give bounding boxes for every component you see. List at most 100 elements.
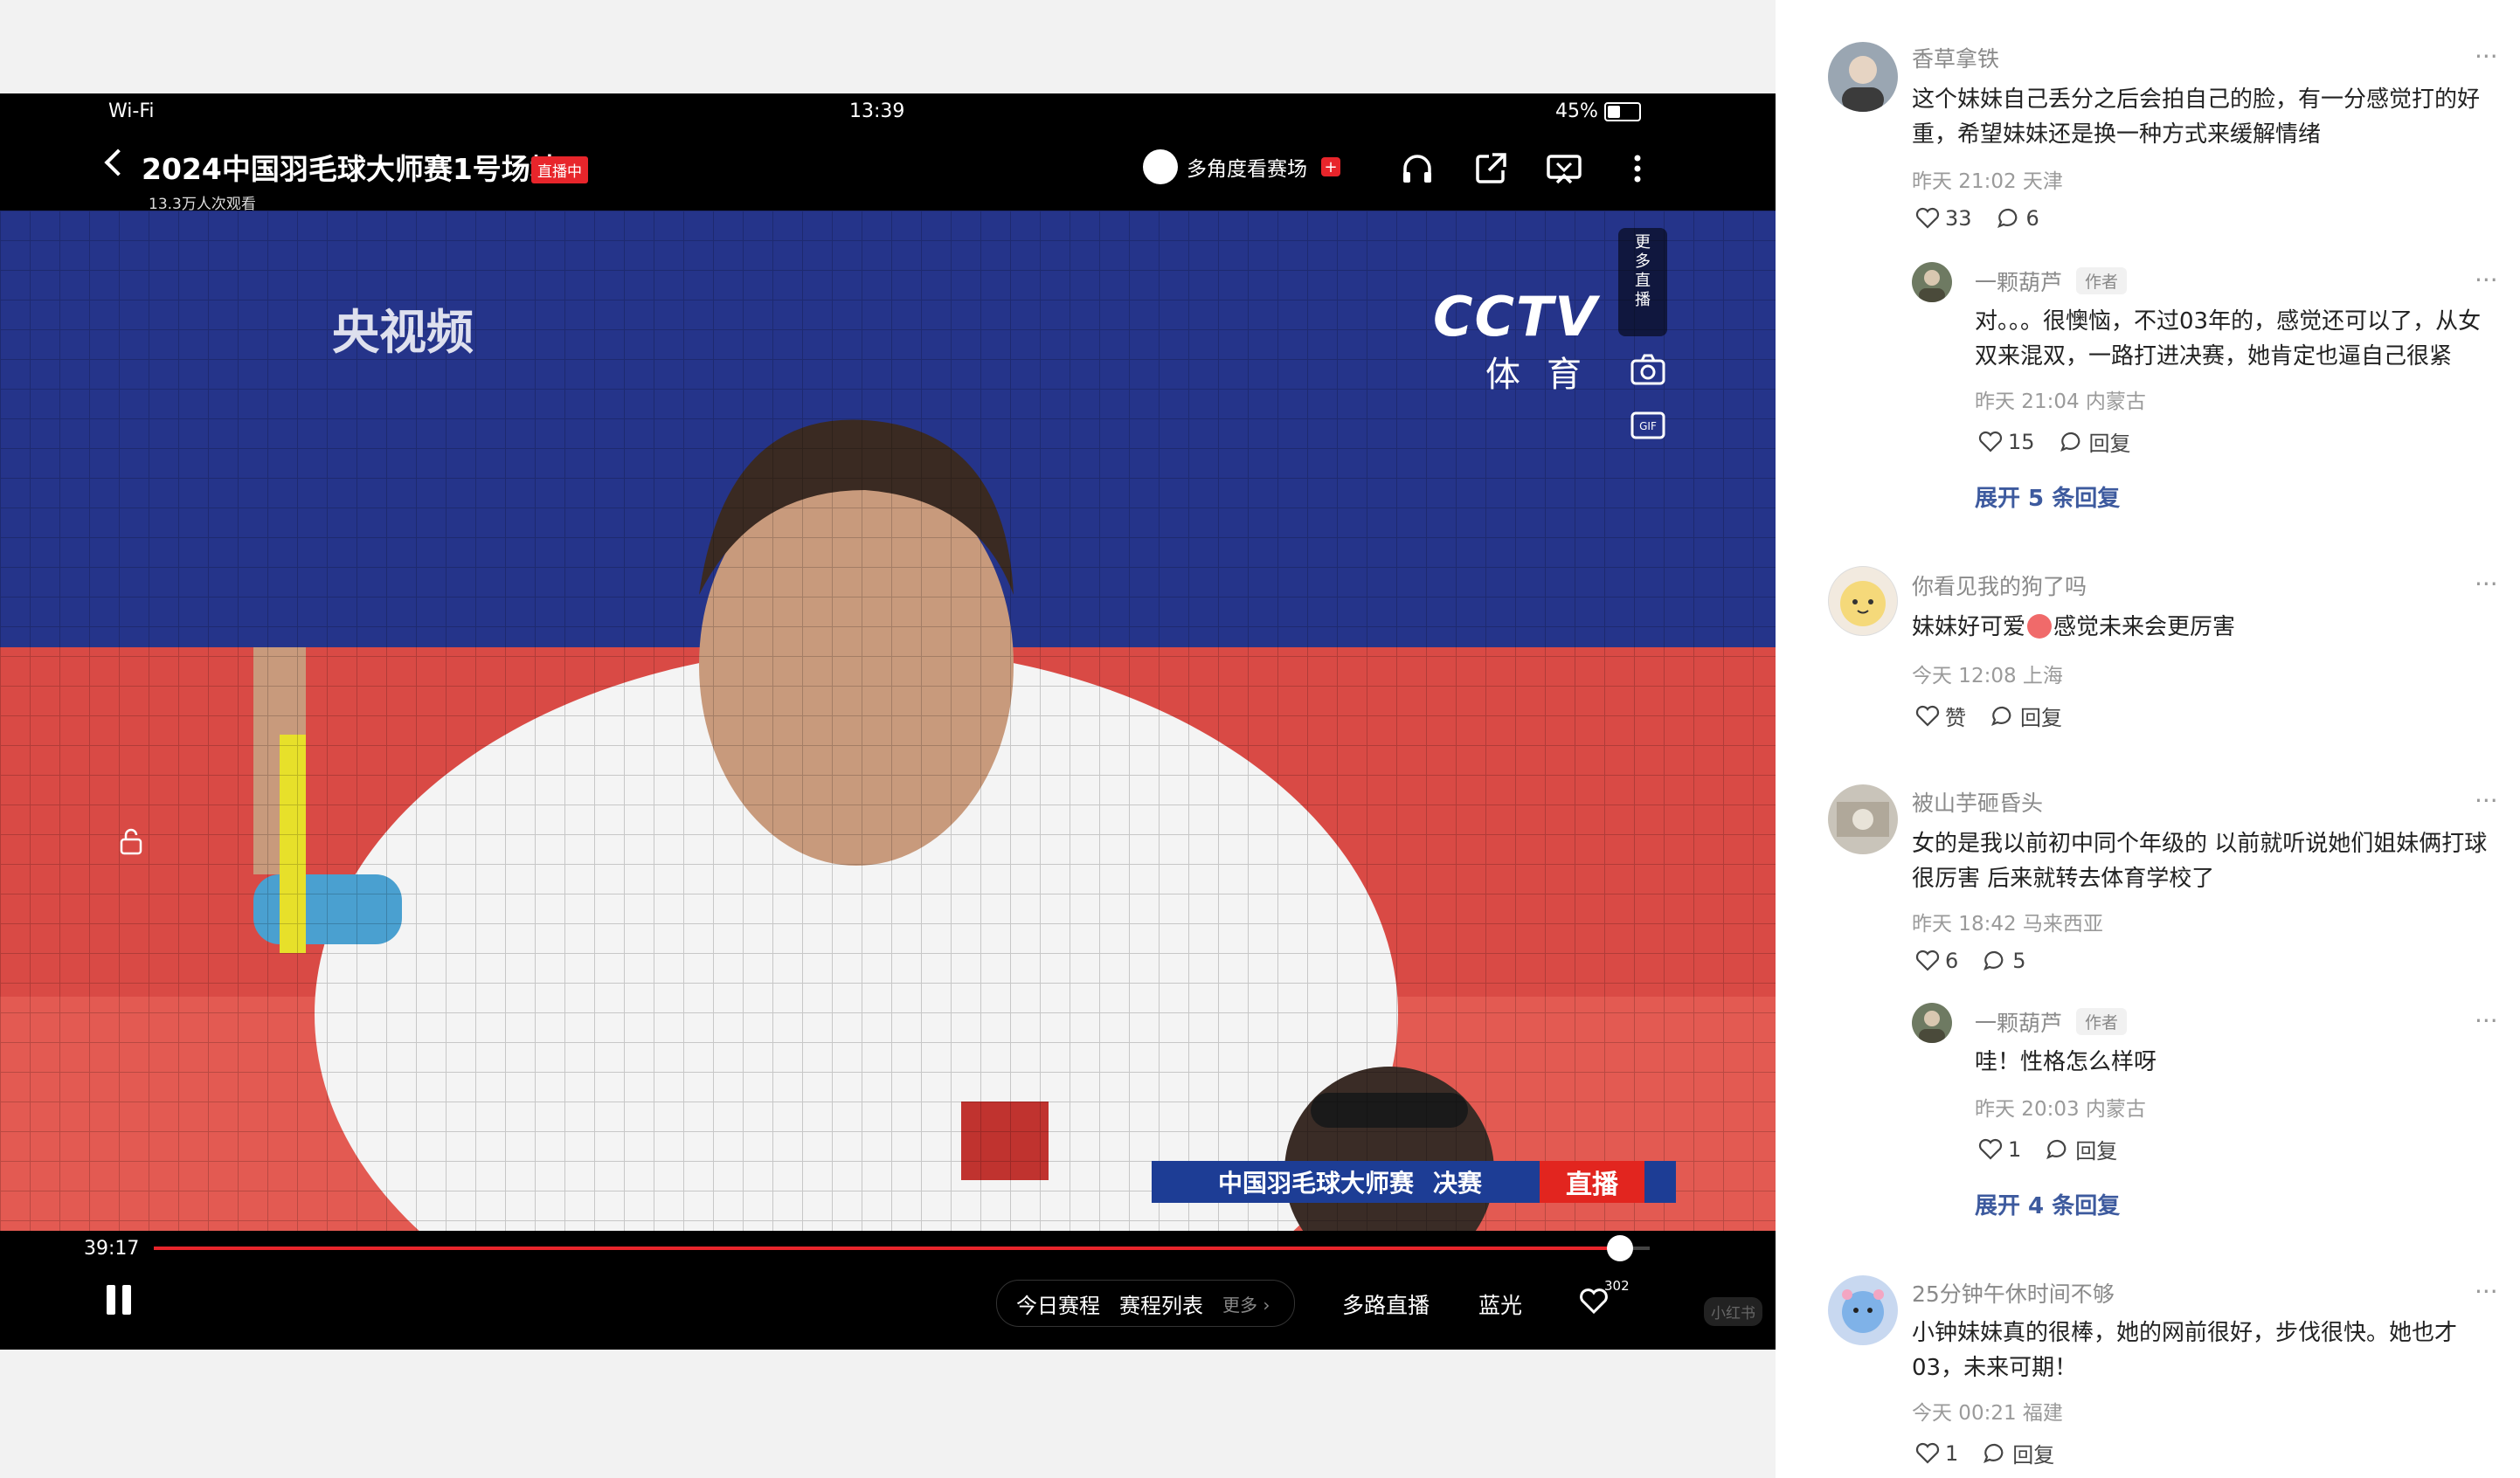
reply-label: 回复	[2012, 1443, 2055, 1468]
comment-actions: 6 5	[1915, 949, 2051, 973]
avatar[interactable]	[1828, 1275, 1898, 1345]
screen-lock-icon[interactable]	[117, 827, 145, 855]
reply-button[interactable]: 回复	[1983, 1438, 2054, 1468]
comment-icon	[1983, 1443, 2004, 1463]
commenter-name[interactable]: 一颗葫芦	[1975, 266, 2062, 297]
comment-icon	[2060, 432, 2080, 452]
commenter-name[interactable]: 你看见我的狗了吗	[1912, 570, 2087, 601]
comment-actions: 1 回复	[1915, 1438, 2079, 1468]
blush-emoji-icon	[2027, 614, 2053, 639]
like-button[interactable]: 6	[1915, 949, 1958, 973]
avatar[interactable]	[1828, 784, 1898, 854]
headphones-icon[interactable]	[1398, 149, 1437, 188]
reply-button[interactable]: 回复	[2060, 426, 2131, 457]
more-icon[interactable]: ···	[2475, 570, 2498, 598]
like-button[interactable]: 15	[1978, 430, 2035, 454]
like-button[interactable]: 1	[1915, 1441, 1958, 1466]
commenter-name[interactable]: 被山芋砸昏头	[1912, 786, 2043, 818]
elapsed-time: 39:17	[84, 1238, 140, 1260]
plus-icon: +	[1321, 157, 1340, 176]
comment-meta: 昨天 21:04 内蒙古	[1975, 390, 2146, 413]
comment-icon	[1997, 208, 2017, 228]
heart-icon	[1978, 431, 2003, 452]
more-icon[interactable]: ···	[2475, 1277, 2498, 1306]
more-icon[interactable]: ···	[2475, 42, 2498, 71]
progress-bar[interactable]	[154, 1235, 1650, 1261]
more-options-icon[interactable]	[1618, 149, 1657, 188]
progress-knob[interactable]	[1606, 1235, 1633, 1261]
svg-text:GIF: GIF	[1639, 420, 1657, 432]
comment-text-part: 感觉未来会更厉害	[2053, 614, 2236, 640]
author-badge: 作者	[2076, 267, 2128, 294]
reply-button[interactable]: 6	[1997, 206, 2039, 231]
heart-icon	[1915, 950, 1940, 971]
comment-actions: 33 6	[1915, 206, 2064, 231]
more-icon[interactable]: ···	[2475, 1006, 2498, 1035]
ticker-live: 直播	[1540, 1161, 1644, 1203]
cast-icon[interactable]	[1545, 149, 1583, 188]
sport-channel-logo: 体育	[1485, 355, 1608, 395]
more-live-char: 播	[1635, 291, 1651, 309]
reply-button[interactable]: 回复	[1990, 701, 2062, 731]
status-bar: Wi-Fi 13:39 45%	[0, 93, 1776, 128]
avatar[interactable]	[1912, 262, 1952, 302]
wifi-label: Wi-Fi	[108, 100, 155, 122]
avatar[interactable]	[1828, 566, 1898, 636]
like-count: 1	[2008, 1136, 2022, 1162]
ticker-event: 中国羽毛球大师赛	[1218, 1169, 1415, 1198]
player-controls: 39:17 今日赛程 赛程列表 更多 › 多路直播 蓝光 302 小红书	[0, 1231, 1776, 1350]
more-live-button[interactable]: 更 多 直 播	[1618, 228, 1667, 336]
schedule-list-button[interactable]: 赛程列表	[1119, 1288, 1203, 1319]
camera-icon[interactable]	[1629, 350, 1667, 389]
corner-watermark: 小红书	[1704, 1297, 1762, 1326]
reply-label: 回复	[2075, 1139, 2118, 1164]
comment-icon	[2046, 1139, 2067, 1159]
author-badge: 作者	[2076, 1008, 2128, 1035]
quality-button[interactable]: 蓝光	[1478, 1288, 1522, 1320]
more-schedule-button[interactable]: 更多 ›	[1222, 1291, 1270, 1316]
today-schedule-button[interactable]: 今日赛程	[1016, 1288, 1100, 1319]
comment-meta: 昨天 20:03 内蒙古	[1975, 1098, 2146, 1121]
reply-button[interactable]: 回复	[2046, 1134, 2117, 1164]
reply-button[interactable]: 5	[1983, 949, 2026, 973]
expand-replies-button[interactable]: 展开 5 条回复	[1975, 480, 2120, 513]
clock: 13:39	[849, 100, 905, 122]
like-button[interactable]: 33	[1915, 206, 1972, 231]
video-player[interactable]: Wi-Fi 13:39 45% 2024中国羽毛球大师赛1号场地 直播中 13.…	[0, 93, 1776, 1350]
commenter-name[interactable]: 一颗葫芦	[1975, 1006, 2062, 1038]
commenter-name[interactable]: 香草拿铁	[1912, 42, 1999, 73]
yangshipin-watermark: 央视频	[332, 305, 474, 360]
avatar[interactable]	[1828, 42, 1898, 112]
reply-count: 6	[2025, 206, 2039, 231]
like-button[interactable]: 1	[1978, 1137, 2021, 1162]
multi-live-button[interactable]: 多路直播	[1342, 1288, 1430, 1320]
progress-fill	[154, 1247, 1620, 1250]
more-label: 更多	[1222, 1294, 1257, 1316]
share-icon[interactable]	[1471, 149, 1510, 188]
battery-percent: 45%	[1555, 100, 1598, 122]
reply-label: 回复	[2020, 706, 2062, 730]
comment-meta: 今天 12:08 上海	[1912, 665, 2063, 687]
battery-icon	[1604, 102, 1641, 121]
avatar[interactable]	[1912, 1003, 1952, 1043]
more-icon[interactable]: ···	[2475, 266, 2498, 294]
expand-replies-button[interactable]: 展开 4 条回复	[1975, 1188, 2120, 1220]
score-ticker: 中国羽毛球大师赛 决赛 直播	[1152, 1161, 1676, 1203]
comment-actions: 15 回复	[1978, 426, 2156, 457]
comment-text: 对。。。很懊恼，不过03年的，感觉还可以了，从女双来混双，一路打进决赛，她肯定也…	[1975, 308, 2482, 370]
multi-angle-button[interactable]: 多角度看赛场 +	[1143, 148, 1340, 186]
comment-actions: 赞 回复	[1915, 701, 2087, 731]
comment-text-part: 妹妹好可爱	[1912, 614, 2026, 640]
pause-button[interactable]	[105, 1285, 133, 1315]
back-icon[interactable]	[104, 148, 132, 176]
comment-meta: 今天 00:21 福建	[1912, 1402, 2063, 1425]
more-icon[interactable]: ···	[2475, 786, 2498, 815]
gif-icon[interactable]: GIF	[1629, 406, 1667, 445]
like-button[interactable]: 赞	[1915, 701, 1966, 731]
video-frame[interactable]: 央视频 CCTV 体育 更 多 直 播 GIF 中国羽毛球大师赛 决赛 直播	[0, 211, 1776, 1231]
comment-text: 小钟妹妹真的很棒，她的网前很好，步伐很快。她也才03，未来可期！	[1912, 1320, 2458, 1381]
commenter-name[interactable]: 25分钟午休时间不够	[1912, 1277, 2115, 1309]
comment-meta: 昨天 18:42 马来西亚	[1912, 913, 2103, 936]
comment-icon	[1983, 950, 2004, 970]
multi-angle-label: 多角度看赛场	[1187, 158, 1307, 181]
